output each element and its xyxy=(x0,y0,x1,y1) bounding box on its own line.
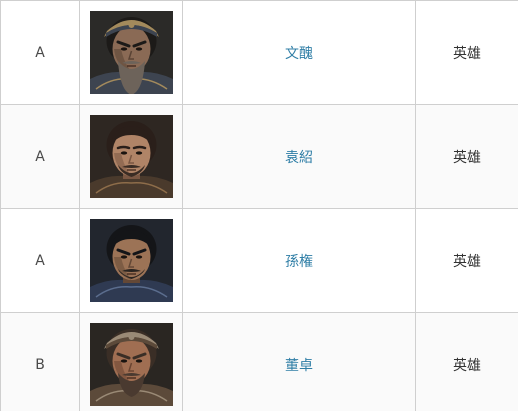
portrait-cell xyxy=(79,312,183,411)
general-portrait-icon[interactable] xyxy=(89,115,173,198)
rank-cell: A xyxy=(0,0,80,105)
rank-label: A xyxy=(35,252,45,269)
type-cell: 英雄 xyxy=(415,104,518,209)
portrait-cell xyxy=(79,208,183,313)
character-name-link[interactable]: 袁紹 xyxy=(285,150,313,166)
type-cell: 英雄 xyxy=(415,312,518,411)
name-cell: 孫権 xyxy=(182,208,416,313)
general-portrait-icon[interactable] xyxy=(89,323,173,406)
general-portrait-icon[interactable] xyxy=(89,219,173,302)
type-cell: 英雄 xyxy=(415,208,518,313)
type-label: 英雄 xyxy=(453,357,481,374)
name-cell: 文醜 xyxy=(182,0,416,105)
character-table-container: A 文醜 英雄 A 袁紹 英雄 A 孫権 英雄 B 董卓 英雄 xyxy=(0,0,518,411)
rank-label: A xyxy=(35,148,45,165)
table-row: A 文醜 英雄 xyxy=(0,0,518,105)
name-cell: 董卓 xyxy=(182,312,416,411)
general-portrait-icon[interactable] xyxy=(89,11,173,94)
type-label: 英雄 xyxy=(453,253,481,270)
table-row: A 袁紹 英雄 xyxy=(0,104,518,209)
character-name-link[interactable]: 董卓 xyxy=(285,358,313,374)
rank-label: A xyxy=(35,44,45,61)
type-label: 英雄 xyxy=(453,45,481,62)
type-cell: 英雄 xyxy=(415,0,518,105)
character-name-link[interactable]: 文醜 xyxy=(285,46,313,62)
rank-cell: A xyxy=(0,104,80,209)
table-row: A 孫権 英雄 xyxy=(0,208,518,313)
portrait-cell xyxy=(79,0,183,105)
character-table: A 文醜 英雄 A 袁紹 英雄 A 孫権 英雄 B 董卓 英雄 xyxy=(0,0,518,411)
rank-label: B xyxy=(35,356,45,373)
type-label: 英雄 xyxy=(453,149,481,166)
portrait-cell xyxy=(79,104,183,209)
table-row: B 董卓 英雄 xyxy=(0,312,518,411)
rank-cell: B xyxy=(0,312,80,411)
character-name-link[interactable]: 孫権 xyxy=(285,254,313,270)
rank-cell: A xyxy=(0,208,80,313)
name-cell: 袁紹 xyxy=(182,104,416,209)
